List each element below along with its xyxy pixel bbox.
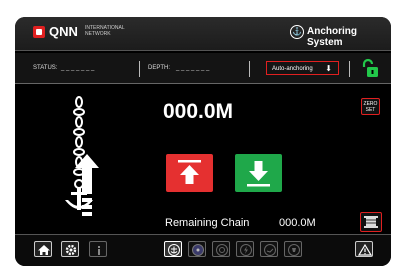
arrow-up-icon xyxy=(178,160,201,184)
status-bar: STATUS: _ _ _ _ _ _ _ DEPTH: _ _ _ _ _ _… xyxy=(15,53,391,84)
device-screen: QNN INTERNATIONAL NETWORK ⚓ Anchoring Sy… xyxy=(15,17,391,266)
winch-icon xyxy=(364,216,378,228)
footer-bar xyxy=(15,234,391,266)
gear-icon xyxy=(65,244,77,256)
lightning-icon xyxy=(240,244,252,256)
raise-direction-icon xyxy=(75,154,99,216)
zero-set-button[interactable]: ZERO SET xyxy=(361,98,380,115)
thruster-mode-button[interactable] xyxy=(212,241,230,257)
info-icon xyxy=(98,246,100,255)
home-button[interactable] xyxy=(34,241,52,257)
winch-button[interactable] xyxy=(360,212,382,232)
status-label: STATUS: xyxy=(33,65,58,71)
light-mode-button[interactable] xyxy=(284,241,302,257)
header-bar: QNN INTERNATIONAL NETWORK ⚓ Anchoring Sy… xyxy=(15,17,391,51)
anchor-mode-button[interactable] xyxy=(164,241,182,257)
mode-select-value: Auto-anchoring xyxy=(272,66,313,72)
alarm-button[interactable] xyxy=(355,241,373,257)
brand-logo-icon xyxy=(33,26,45,38)
gauge-icon xyxy=(264,244,276,256)
remaining-chain-label: Remaining Chain xyxy=(165,217,250,229)
fan-icon xyxy=(192,244,204,256)
page-title: Anchoring System xyxy=(307,26,357,48)
thruster-icon xyxy=(216,244,228,256)
chevron-down-icon: ⬇ xyxy=(325,64,332,73)
anchor-down-button[interactable] xyxy=(235,154,282,192)
divider xyxy=(139,61,140,77)
settings-button[interactable] xyxy=(61,241,79,257)
divider xyxy=(349,61,350,77)
power-mode-button[interactable] xyxy=(236,241,254,257)
mode-select[interactable]: Auto-anchoring ⬇ xyxy=(266,61,339,75)
info-button[interactable] xyxy=(89,241,107,257)
arrow-down-icon xyxy=(247,161,270,187)
home-icon xyxy=(38,245,50,255)
anchor-icon xyxy=(168,244,180,256)
main-panel: 000.0M ZERO SET Remaining Chain 000.0M xyxy=(15,84,391,234)
status-value: _ _ _ _ _ _ _ xyxy=(61,65,95,71)
depth-value: _ _ _ _ _ _ _ xyxy=(176,65,210,71)
remaining-chain-value: 000.0M xyxy=(279,217,316,229)
gauge-mode-button[interactable] xyxy=(260,241,278,257)
brand-name: QNN xyxy=(49,24,78,39)
anchor-system-icon: ⚓ xyxy=(290,25,304,39)
depth-label: DEPTH: xyxy=(148,65,171,71)
warning-icon xyxy=(357,243,373,256)
fan-mode-button[interactable] xyxy=(188,241,206,257)
divider xyxy=(249,61,250,77)
chain-length-readout: 000.0M xyxy=(163,100,234,123)
light-icon xyxy=(288,244,300,256)
anchor-up-button[interactable] xyxy=(166,154,213,192)
unlock-icon[interactable] xyxy=(360,58,382,80)
brand-subtitle: INTERNATIONAL NETWORK xyxy=(85,25,125,37)
